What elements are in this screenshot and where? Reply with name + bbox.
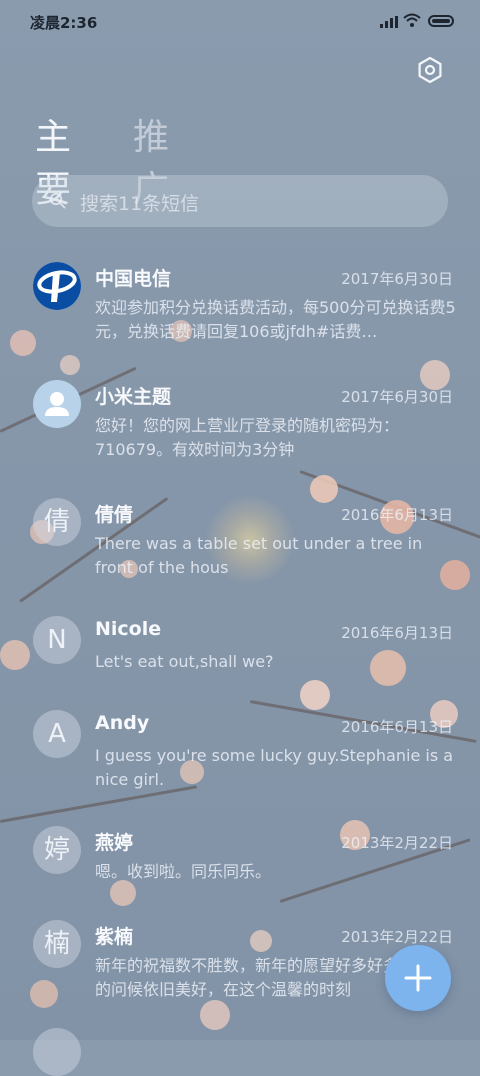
battery-icon — [428, 15, 454, 27]
contact-name: Nicole — [95, 618, 162, 640]
avatar — [33, 380, 81, 428]
message-preview: I guess you're some lucky guy.Stephanie … — [95, 746, 454, 789]
message-preview: Let's eat out,shall we? — [95, 652, 274, 671]
message-preview: 您好！您的网上营业厅登录的随机密码为：710679。有效时间为3分钟 — [95, 416, 400, 459]
message-preview: There was a table set out under a tree i… — [95, 534, 423, 577]
avatar: N — [33, 616, 81, 664]
avatar — [33, 262, 81, 310]
contact-name: Andy — [95, 712, 150, 734]
search-placeholder: 搜索11条短信 — [80, 193, 200, 215]
message-date: 2013年2月22日 — [341, 928, 453, 946]
message-date: 2016年6月13日 — [341, 624, 453, 642]
contact-name: 紫楠 — [95, 926, 134, 948]
contact-name: 中国电信 — [95, 268, 172, 290]
search-icon — [49, 192, 66, 209]
plus-icon — [404, 964, 432, 992]
conversation-item[interactable]: A Andy 2016年6月13日 I guess you're some lu… — [0, 700, 480, 810]
avatar: 倩 — [33, 498, 81, 546]
avatar — [33, 1028, 81, 1076]
conversation-item[interactable]: 倩 倩倩 2016年6月13日 There was a table set ou… — [0, 488, 480, 598]
message-preview: 嗯。收到啦。同乐同乐。 — [95, 862, 272, 881]
conversation-item[interactable]: 中国电信 2017年6月30日 欢迎参加积分兑换话费活动，每500分可兑换话费5… — [0, 252, 480, 362]
contact-name: 倩倩 — [95, 504, 134, 526]
message-date: 2013年2月22日 — [341, 834, 453, 852]
status-time: 凌晨2:36 — [30, 14, 98, 32]
message-date: 2017年6月30日 — [341, 388, 453, 406]
avatar: 楠 — [33, 920, 81, 968]
avatar: 婷 — [33, 826, 81, 874]
settings-icon[interactable] — [416, 56, 444, 84]
contact-name: 小米主题 — [95, 386, 172, 408]
compose-button[interactable] — [385, 945, 451, 1011]
message-preview: 欢迎参加积分兑换话费活动，每500分可兑换话费5元，兑换话费请回复106或jfd… — [95, 298, 456, 341]
conversation-item[interactable]: 小米主题 2017年6月30日 您好！您的网上营业厅登录的随机密码为：71067… — [0, 370, 480, 480]
person-icon — [45, 392, 69, 416]
wifi-icon — [403, 13, 421, 27]
contact-name: 燕婷 — [95, 832, 134, 854]
message-date: 2016年6月13日 — [341, 718, 453, 736]
avatar: A — [33, 710, 81, 758]
china-telecom-logo-icon — [33, 262, 81, 310]
search-input[interactable]: 搜索11条短信 — [32, 175, 448, 227]
message-date: 2017年6月30日 — [341, 270, 453, 288]
signal-icon — [380, 16, 398, 28]
status-bar: 凌晨2:36 — [0, 0, 480, 44]
message-date: 2016年6月13日 — [341, 506, 453, 524]
